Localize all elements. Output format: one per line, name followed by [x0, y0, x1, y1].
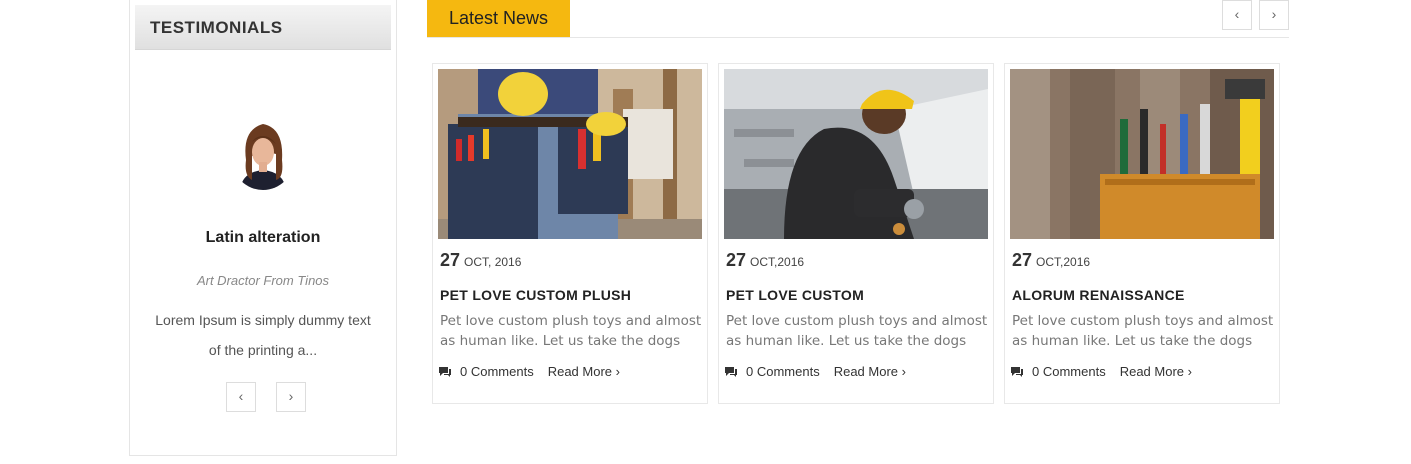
post-month: OCT,2016 [1036, 255, 1091, 269]
post-date: 27 OCT,2016 [1012, 250, 1090, 271]
post-month: OCT,2016 [750, 255, 805, 269]
comments-icon [725, 366, 737, 377]
chevron-right-icon: › [288, 388, 294, 404]
post-meta: 0 Comments Read More › [438, 364, 620, 379]
post-date: 27 OCT,2016 [726, 250, 804, 271]
chevron-right-icon: › [1271, 6, 1277, 22]
testimonials-heading: TESTIMONIALS [150, 18, 283, 37]
comments-link[interactable]: 0 Comments [460, 364, 534, 379]
post-day: 27 [440, 250, 461, 270]
chevron-left-icon: ‹ [238, 388, 244, 404]
post-day: 27 [1012, 250, 1033, 270]
latest-news-tab[interactable]: Latest News [427, 0, 570, 37]
testimonial-quote: Lorem Ipsum is simply dummy text of the … [155, 312, 371, 358]
post-excerpt: Pet love custom plush toys and almost as… [440, 313, 702, 349]
testimonials-header: TESTIMONIALS [135, 5, 391, 50]
testimonial-prev-button[interactable]: ‹ [226, 382, 256, 412]
testimonial-role: Art Dractor From Tinos [196, 273, 330, 288]
worker-angle-grinder-photo[interactable] [724, 69, 988, 239]
testimonial-name: Latin alteration [205, 229, 321, 246]
avatar [232, 120, 294, 190]
chevron-left-icon: ‹ [1234, 6, 1240, 22]
testimonials-panel: TESTIMONIALS Latin alteration Art Dracto… [129, 0, 397, 456]
read-more-link[interactable]: Read More › [1120, 364, 1192, 379]
comments-link[interactable]: 0 Comments [1032, 364, 1106, 379]
worker-tool-belt-photo[interactable] [438, 69, 702, 239]
news-card: 27 OCT,2016 PET LOVE CUSTOM Pet love cust… [718, 63, 994, 404]
news-prev-button[interactable]: ‹ [1222, 0, 1252, 30]
news-header-divider [427, 37, 1289, 38]
post-day: 27 [726, 250, 747, 270]
post-date: 27 OCT, 2016 [440, 250, 521, 271]
news-card: 27 OCT,2016 ALORUM RENAISSANCE Pet love c… [1004, 63, 1280, 404]
comments-icon [439, 366, 451, 377]
news-next-button[interactable]: › [1259, 0, 1289, 30]
post-month: OCT, 2016 [464, 255, 522, 269]
read-more-link[interactable]: Read More › [834, 364, 906, 379]
post-excerpt: Pet love custom plush toys and almost as… [1012, 313, 1274, 349]
post-excerpt: Pet love custom plush toys and almost as… [726, 313, 988, 349]
tool-bag-on-wood-photo[interactable] [1010, 69, 1274, 239]
post-meta: 0 Comments Read More › [1010, 364, 1192, 379]
news-card: 27 OCT, 2016 PET LOVE CUSTOM PLUSH Pet lo… [432, 63, 708, 404]
post-title[interactable]: ALORUM RENAISSANCE [1012, 287, 1185, 303]
post-title[interactable]: PET LOVE CUSTOM PLUSH [440, 287, 631, 303]
testimonial-next-button[interactable]: › [276, 382, 306, 412]
comments-icon [1011, 366, 1023, 377]
post-title[interactable]: PET LOVE CUSTOM [726, 287, 864, 303]
post-meta: 0 Comments Read More › [724, 364, 906, 379]
read-more-link[interactable]: Read More › [548, 364, 620, 379]
comments-link[interactable]: 0 Comments [746, 364, 820, 379]
